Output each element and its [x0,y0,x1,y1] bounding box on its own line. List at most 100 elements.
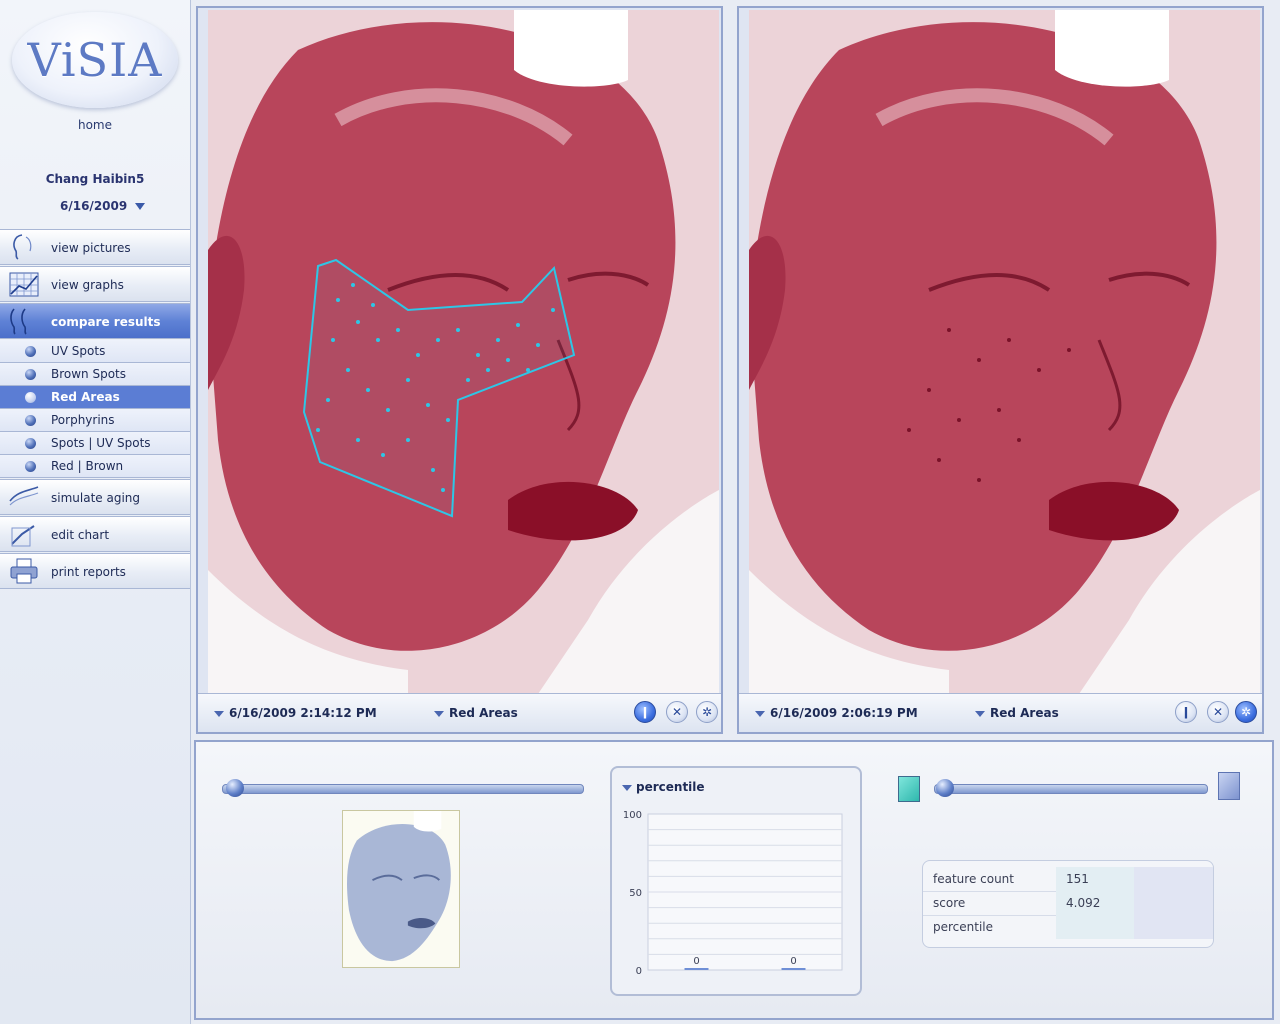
nav-simulate-aging[interactable]: simulate aging [0,479,190,515]
nav-label: edit chart [51,528,110,542]
stats-table: feature count 151 score 4.092 percentile [922,860,1214,948]
bullet-icon [25,438,36,449]
compare-faces-icon [10,308,27,335]
sparkle-icon: ✲ [701,705,713,719]
y-tick-label: 0 [636,966,642,977]
subnav-label: Red Areas [51,390,120,404]
left-mode-dropdown[interactable]: Red Areas [434,706,518,720]
left-face-photo[interactable] [208,10,719,694]
percentile-label: percentile [933,920,994,934]
image-slider-track[interactable] [222,784,584,794]
stats-row-score: score 4.092 [923,891,1213,916]
logo-text: ViSIA [27,33,163,87]
bullet-icon [25,392,36,403]
nav-label: simulate aging [51,491,140,505]
sparkle-icon: ✲ [1240,705,1252,719]
subnav-brown-spots[interactable]: Brown Spots [0,363,190,386]
info-icon: ǀ [642,705,648,719]
bullet-icon [25,415,36,426]
y-tick-label: 50 [629,888,642,899]
subnav-spots-uv-spots[interactable]: Spots | UV Spots [0,432,190,455]
nav-label: compare results [51,315,161,329]
baseline-image-square-icon[interactable] [898,776,920,802]
nav-edit-chart[interactable]: edit chart [0,516,190,552]
face-thumbnail[interactable] [342,810,460,968]
percentile-compare-cell [1134,915,1213,939]
subnav-label: Red | Brown [51,459,124,473]
compare-slider-track[interactable] [934,784,1208,794]
right-face-photo[interactable] [749,10,1260,694]
sidebar: ViSIA home Chang Haibin5 6/16/2009 view … [0,0,191,1024]
bullet-icon [25,369,36,380]
chevron-down-icon [214,710,224,717]
visia-logo[interactable]: ViSIA [12,12,178,108]
subnav-red-brown[interactable]: Red | Brown [0,455,190,478]
close-icon: ✕ [671,705,683,719]
score-value: 4.092 [1066,896,1101,910]
patient-date-label: 6/16/2009 [60,199,128,213]
percentile-bar [684,968,709,970]
left-datetime-dropdown[interactable]: 6/16/2009 2:14:12 PM [214,706,377,720]
chevron-down-icon [975,710,985,717]
score-compare-cell [1134,891,1213,915]
nav-print-reports[interactable]: print reports [0,553,190,589]
right-spots-toggle-button[interactable]: ✲ [1235,701,1257,723]
bullet-icon [25,461,36,472]
grid-chart-icon [9,272,39,297]
patient-name: Chang Haibin5 [45,172,145,186]
face-red-areas-image [749,10,1260,694]
subnav-label: Porphyrins [51,413,115,427]
feature-count-label: feature count [933,872,1014,886]
info-icon: ǀ [1183,705,1189,719]
nav-compare-results[interactable]: compare results [0,303,190,339]
feature-count-compare-cell [1134,867,1213,891]
right-datetime-dropdown[interactable]: 6/16/2009 2:06:19 PM [755,706,918,720]
right-clear-button[interactable]: ✕ [1207,701,1229,723]
subnav-porphyrins[interactable]: Porphyrins [0,409,190,432]
left-clear-button[interactable]: ✕ [666,701,688,723]
subnav-label: Brown Spots [51,367,127,381]
chevron-down-icon [135,203,146,210]
compare-image-square-icon[interactable] [1218,772,1240,800]
pen-chart-icon [11,525,35,547]
percentile-chart-plot: 0 50 100 0 0 [623,810,843,977]
subnav-red-areas[interactable]: Red Areas [0,386,190,409]
stats-row-feature-count: feature count 151 [923,867,1213,892]
compare-slider-knob[interactable] [936,779,954,797]
feature-count-value: 151 [1066,872,1089,886]
nav-view-pictures[interactable]: view pictures [0,229,190,265]
chevron-down-icon [434,710,444,717]
subnav-label: UV Spots [51,344,106,358]
stats-row-percentile: percentile [923,915,1213,939]
right-panel-toolbar: 6/16/2009 2:06:19 PM Red Areas ǀ ✕ ✲ [739,693,1262,732]
face-profile-icon [13,234,32,260]
right-info-button[interactable]: ǀ [1175,701,1197,723]
subnav-uv-spots[interactable]: UV Spots [0,340,190,363]
results-panel: percentile 0 50 100 0 0 feature count 151 sc… [194,740,1274,1020]
left-image-panel: 6/16/2009 2:14:12 PM Red Areas ǀ ✕ ✲ [196,6,723,734]
left-spots-toggle-button[interactable]: ✲ [696,701,718,723]
home-link[interactable]: home [0,118,190,132]
nav-label: print reports [51,565,126,579]
face-red-areas-image [208,10,719,694]
right-mode-dropdown[interactable]: Red Areas [975,706,1059,720]
patient-date-dropdown[interactable]: 6/16/2009 [60,199,146,213]
nav-label: view graphs [51,278,124,292]
left-datetime: 6/16/2009 2:14:12 PM [229,706,377,720]
percentile-bar [781,968,806,970]
percentile-cell [1056,915,1134,939]
score-cell: 4.092 [1056,891,1134,915]
left-mode: Red Areas [449,706,518,720]
left-panel-toolbar: 6/16/2009 2:14:12 PM Red Areas ǀ ✕ ✲ [198,693,721,732]
left-info-button[interactable]: ǀ [634,701,656,723]
right-mode: Red Areas [990,706,1059,720]
percentile-chart: percentile 0 50 100 0 0 [610,766,862,996]
image-slider-knob[interactable] [226,779,244,797]
nav-label: view pictures [51,241,131,255]
chevron-down-icon [755,710,765,717]
nav-view-graphs[interactable]: view graphs [0,266,190,302]
close-icon: ✕ [1212,705,1224,719]
bar-value-label: 0 [790,956,796,967]
bullet-icon [25,346,36,357]
score-label: score [933,896,966,910]
